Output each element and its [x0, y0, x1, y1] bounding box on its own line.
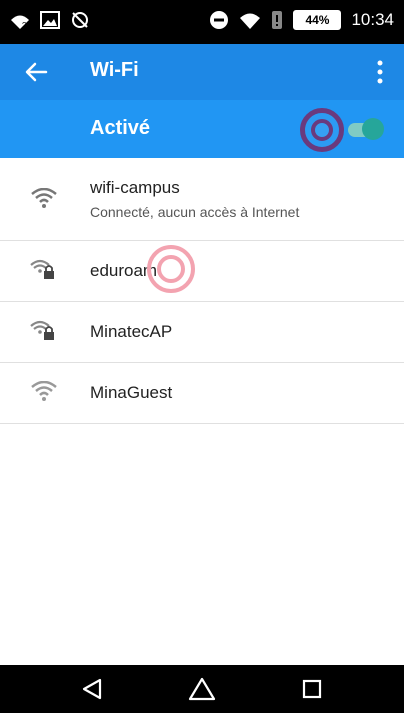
toggle-thumb	[362, 118, 384, 140]
notification-icon	[272, 11, 283, 29]
sync-off-icon	[72, 12, 88, 28]
wifi-switch-label: Activé	[90, 117, 151, 139]
navigation-bar	[0, 665, 404, 713]
battery-percent: 44%	[305, 13, 330, 27]
page-title: Wi-Fi	[90, 59, 139, 81]
status-left: ?	[10, 10, 90, 30]
network-status: Connecté, aucun accès à Internet	[90, 204, 300, 220]
app-bar: Wi-Fi	[0, 44, 404, 100]
status-right: 44% 10:34	[209, 10, 394, 30]
overflow-menu-icon[interactable]	[374, 58, 386, 86]
back-arrow-icon[interactable]	[20, 56, 52, 88]
network-row[interactable]: eduroam	[0, 241, 404, 302]
wifi-master-switch-bar[interactable]: Activé	[0, 100, 404, 158]
tap-indicator-inner	[157, 255, 185, 283]
network-name: MinatecAP	[90, 322, 173, 341]
recents-icon[interactable]	[298, 677, 326, 701]
home-icon[interactable]	[188, 677, 216, 701]
wifi-lock-icon	[30, 259, 54, 279]
svg-text:?: ?	[22, 21, 27, 30]
network-name: MinaGuest	[90, 383, 173, 402]
network-row[interactable]: MinaGuest	[0, 363, 404, 424]
status-bar: ? 44% 10:34	[0, 0, 404, 44]
wifi-toggle[interactable]	[342, 117, 384, 141]
battery-icon: 44%	[293, 10, 342, 30]
wifi-question-icon: ?	[11, 15, 29, 30]
status-time: 10:34	[351, 10, 394, 29]
network-name: wifi-campus	[90, 178, 180, 197]
touch-indicator-ring-inner	[311, 119, 333, 141]
wifi-full-icon	[31, 381, 57, 401]
do-not-disturb-icon	[210, 11, 229, 29]
image-icon	[40, 11, 60, 29]
wifi-signal-icon	[240, 13, 261, 29]
wifi-lock-icon	[30, 320, 54, 340]
back-icon[interactable]	[78, 677, 106, 701]
network-row[interactable]: wifi-campus Connecté, aucun accès à Inte…	[0, 158, 404, 241]
wifi-full-icon	[31, 188, 57, 208]
network-list: wifi-campus Connecté, aucun accès à Inte…	[0, 158, 404, 424]
network-row[interactable]: MinatecAP	[0, 302, 404, 363]
